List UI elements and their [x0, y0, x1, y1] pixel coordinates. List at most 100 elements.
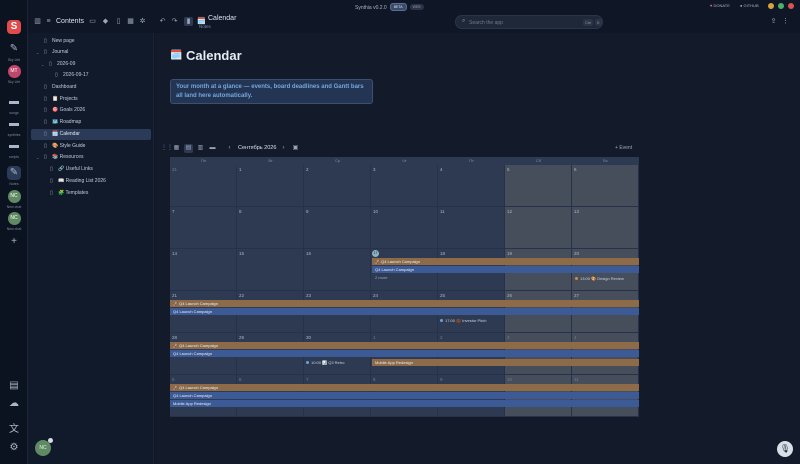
gear-icon[interactable]: ⚙	[0, 442, 28, 453]
calendar-day-cell[interactable]: 10	[371, 207, 438, 249]
rail-item-sky-life-avatar[interactable]: MT Sky Life	[0, 65, 28, 84]
rail-item-notes[interactable]: ✎ Notes	[0, 166, 28, 186]
callout-text[interactable]: Your month at a glance — events, board d…	[176, 83, 367, 101]
rail-item-new-chat-2[interactable]: NC New chat	[0, 212, 28, 231]
rail-item-sky-life[interactable]: ✎ Sky Life	[0, 42, 28, 62]
sidebar-toggle-icon[interactable]: ▥	[33, 17, 42, 26]
sidebar-item-reading-list[interactable]: ▯ 📖 Reading List 2026	[31, 176, 151, 187]
rail-label: Sky Life	[7, 58, 21, 62]
redo-icon[interactable]: ↷	[170, 17, 179, 26]
chevron-right-icon[interactable]: ›	[279, 144, 288, 153]
rail-item-songs[interactable]: ▬ songs	[0, 95, 28, 115]
sidebar-item-goals[interactable]: ▯ 🎯 Goals 2026	[31, 105, 151, 116]
sidebar-item-journal[interactable]: ⌄ ▯ Journal	[31, 47, 151, 58]
calendar-day-cell[interactable]: 12	[505, 207, 572, 249]
event-bar[interactable]: 🚀 Q4 Launch Campaign	[170, 384, 639, 391]
sidebar-item-dashboard[interactable]: ▯ Dashboard	[31, 82, 151, 93]
cloud-upload-icon[interactable]: ☁	[0, 398, 28, 409]
voice-input-button[interactable]: 🎙	[777, 441, 793, 457]
rail-item-synthia[interactable]: S	[0, 20, 28, 34]
today-icon[interactable]: ▣	[291, 144, 300, 153]
event-bar[interactable]: Q4 Launch Campaign	[170, 308, 639, 315]
graph-icon[interactable]: ✲	[138, 17, 147, 26]
archive-icon[interactable]: ▤	[0, 380, 28, 391]
calendar-day-cell[interactable]: 1	[237, 165, 304, 207]
chevron-down-icon[interactable]: ⌄	[36, 47, 39, 58]
add-space-icon[interactable]: +	[0, 236, 28, 247]
calendar-day-cell[interactable]: 16	[304, 249, 371, 291]
event-bar[interactable]: 🚀 Q4 Launch Campaign	[170, 342, 639, 349]
calendar-day-cell[interactable]: 11	[438, 207, 505, 249]
more-events-link[interactable]: 2 more	[375, 275, 387, 280]
sidebar-item-calendar[interactable]: ▯ 🗓️ Calendar	[31, 129, 151, 140]
event-bar[interactable]: Q4 Launch Campaign	[170, 350, 639, 357]
tag-icon[interactable]: ◆	[101, 17, 110, 26]
search-bar[interactable]: ⌕ Ctrl K	[455, 15, 603, 29]
close-button[interactable]	[788, 3, 794, 9]
document-icon[interactable]: ▯	[114, 17, 123, 26]
contents-label[interactable]: Contents	[56, 17, 84, 26]
chevron-down-icon[interactable]: ⌄	[41, 59, 44, 70]
drag-handle-icon[interactable]: ⋮⋮	[161, 144, 173, 153]
calendar-day-cell[interactable]: 5	[505, 165, 572, 207]
sidebar-item-projects[interactable]: ▯ 📋 Projects	[31, 94, 151, 105]
day-number: 11	[574, 377, 579, 382]
calendar-day-cell[interactable]: 14	[170, 249, 237, 291]
sidebar-item-new-page[interactable]: ▯ New page	[31, 36, 151, 47]
notes-icon[interactable]: ▮	[184, 17, 193, 26]
rail-item-new-chat[interactable]: NC New chat	[0, 190, 28, 209]
calendar-day-cell[interactable]: 7	[170, 207, 237, 249]
translate-icon[interactable]: 文	[0, 420, 28, 435]
more-icon[interactable]: ⋮	[781, 17, 790, 26]
page-icon: ▯	[44, 96, 47, 102]
sidebar-item-useful-links[interactable]: ▯ 🔗 Useful Links	[31, 164, 151, 175]
timed-event[interactable]: 17:00 💼 Investor Pitch	[440, 317, 486, 324]
folder-icon[interactable]: ▭	[88, 17, 97, 26]
calendar-day-cell[interactable]: 31	[170, 165, 237, 207]
event-bar[interactable]: 🚀 Q4 Launch Campaign	[170, 300, 639, 307]
calendar-day-cell[interactable]: 2	[304, 165, 371, 207]
calendar-icon[interactable]: ▦	[126, 17, 135, 26]
add-event-button[interactable]: + Event	[615, 145, 632, 151]
page-title[interactable]: Calendar	[186, 48, 242, 63]
sidebar-item-templates[interactable]: ▯ 🧩 Templates	[31, 188, 151, 199]
calendar-view-icon[interactable]: ▦	[172, 144, 181, 153]
sidebar-item-roadmap[interactable]: ▯ 🗺️ Roadmap	[31, 117, 151, 128]
calendar-day-cell[interactable]: 6	[572, 165, 639, 207]
donate-link[interactable]: ♥ DONATE	[710, 3, 730, 8]
event-bar[interactable]: Q4 Launch Campaign	[372, 266, 639, 273]
sidebar-item-2026-09-17[interactable]: ▯ 2026-09-17	[31, 70, 151, 81]
day-number: 13	[574, 209, 580, 214]
chevron-left-icon[interactable]: ‹	[225, 144, 234, 153]
chevron-down-icon[interactable]: ⌄	[36, 152, 39, 163]
calendar-day-cell[interactable]: 13	[572, 207, 639, 249]
list-view-icon[interactable]: ▬	[208, 144, 217, 153]
minimize-button[interactable]	[768, 3, 774, 9]
search-input[interactable]	[469, 18, 569, 27]
rail-label: Sky Life	[7, 80, 21, 84]
month-view-icon[interactable]: ▤	[184, 144, 193, 153]
github-link[interactable]: ● GITHUB	[740, 3, 759, 8]
event-bar[interactable]: Mobile App Redesign	[170, 400, 639, 407]
event-bar[interactable]: Q4 Launch Campaign	[170, 392, 639, 399]
sidebar-item-resources[interactable]: ⌄ ▯ 📚 Resources	[31, 152, 151, 163]
sidebar-item-style-guide[interactable]: ▯ 🎨 Style Guide	[31, 141, 151, 152]
rail-item-scripts[interactable]: ▬ scripts	[0, 139, 28, 159]
share-icon[interactable]: ⇪	[769, 17, 778, 26]
maximize-button[interactable]	[778, 3, 784, 9]
calendar-day-cell[interactable]: 15	[237, 249, 304, 291]
callout: Your month at a glance — events, board d…	[170, 79, 373, 104]
contents-icon[interactable]: ≡	[44, 17, 53, 26]
week-view-icon[interactable]: ▥	[196, 144, 205, 153]
event-bar[interactable]: 🚀 Q4 Launch Campaign	[372, 258, 639, 265]
calendar-day-cell[interactable]: 4	[438, 165, 505, 207]
timed-event[interactable]: 10:00 📊 Q3 Retro	[306, 359, 344, 366]
undo-icon[interactable]: ↶	[158, 17, 167, 26]
event-bar[interactable]: Mobile App Redesign	[372, 359, 639, 366]
sidebar-item-2026-09[interactable]: ⌄ ▯ 2026-09	[31, 59, 151, 70]
rail-item-synthies[interactable]: ▬ synthies	[0, 117, 28, 137]
calendar-day-cell[interactable]: 9	[304, 207, 371, 249]
timed-event[interactable]: 13:00 🎨 Design Review	[575, 275, 624, 282]
calendar-day-cell[interactable]: 8	[237, 207, 304, 249]
calendar-day-cell[interactable]: 3	[371, 165, 438, 207]
